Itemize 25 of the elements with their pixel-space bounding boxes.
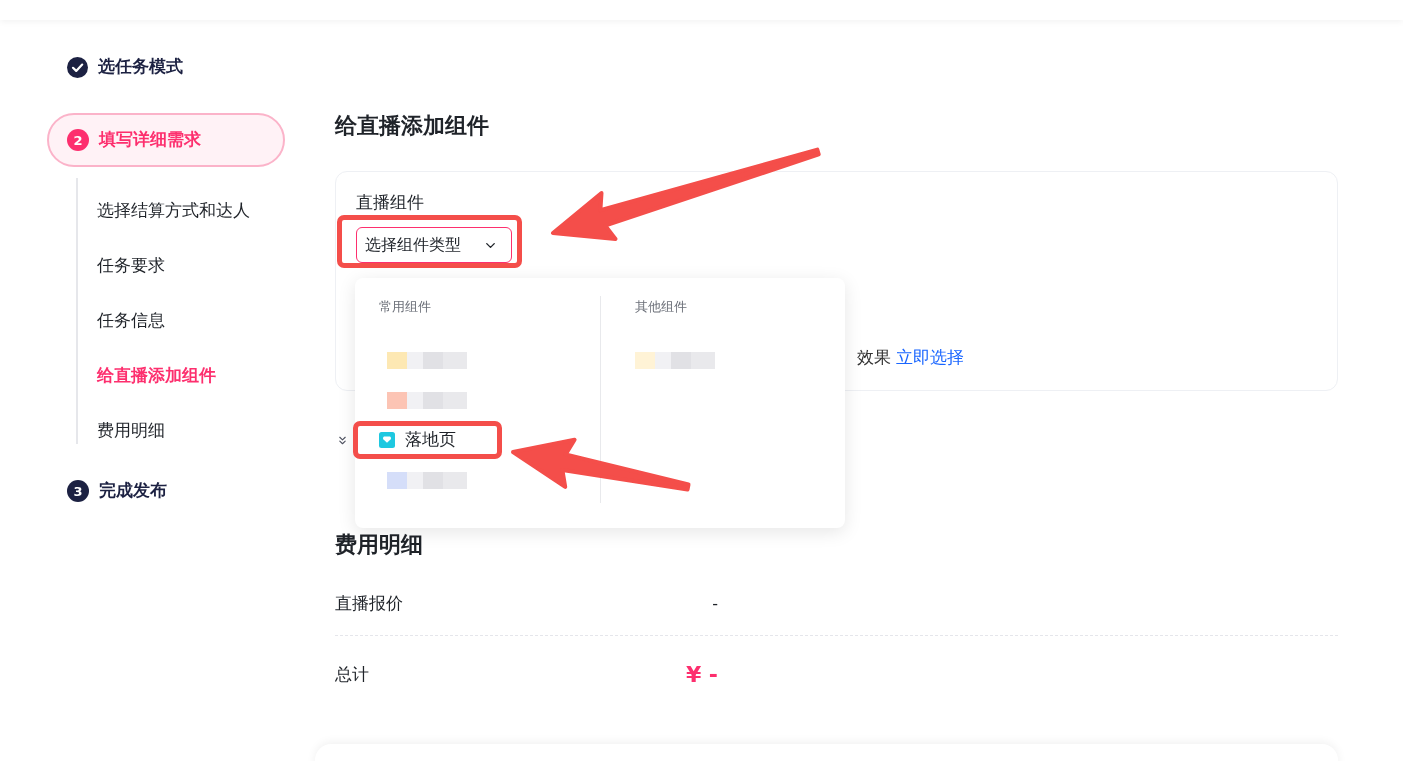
select-now-link[interactable]: 立即选择	[896, 346, 964, 370]
cost-label: 直播报价	[335, 592, 403, 615]
double-chevron-down-icon[interactable]	[336, 434, 349, 447]
sidebar-item[interactable]: 选择结算方式和达人	[97, 199, 250, 223]
step-number: 2	[67, 129, 89, 151]
dropdown-group-title: 常用组件	[379, 298, 431, 316]
dropdown-group-title: 其他组件	[635, 298, 687, 316]
cost-value: -	[712, 592, 718, 615]
field-label: 直播组件	[356, 192, 424, 214]
sidebar-item[interactable]: 任务要求	[97, 254, 165, 278]
step-label: 填写详细需求	[99, 129, 201, 151]
section-title: 费用明细	[335, 531, 423, 559]
step-label: 选任务模式	[98, 56, 183, 78]
step-label: 完成发布	[99, 480, 167, 502]
gem-tile-icon	[379, 432, 395, 448]
cost-label: 总计	[335, 664, 369, 686]
dropdown-option[interactable]: 落地页	[379, 428, 456, 452]
section-title: 给直播添加组件	[335, 112, 489, 140]
sidebar-item[interactable]: 费用明细	[97, 419, 165, 443]
component-type-select[interactable]: 选择组件类型	[356, 227, 512, 263]
step-number: 3	[67, 480, 89, 502]
cost-value: ¥ -	[685, 661, 718, 689]
hint-text: 效果	[857, 347, 891, 369]
sidebar-item[interactable]: 任务信息	[97, 309, 165, 333]
sidebar-item[interactable]: 给直播添加组件	[97, 364, 216, 388]
